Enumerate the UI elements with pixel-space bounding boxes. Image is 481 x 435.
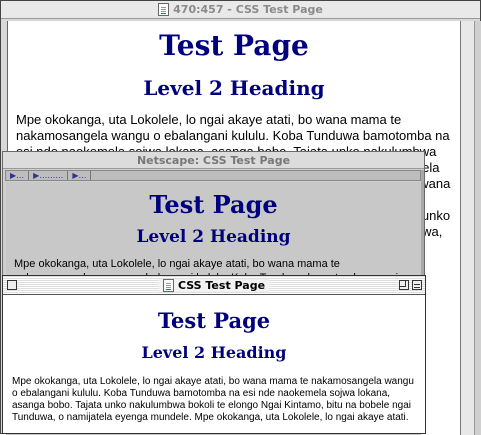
front-window: CSS Test Page Test Page Level 2 Heading … (2, 275, 426, 434)
body-paragraph: Mpe okokanga, uta Lokolele, lo ngai akay… (12, 376, 414, 423)
page-title: Test Page (157, 308, 271, 333)
front-window-title: CSS Test Page (177, 278, 266, 292)
toolbar-tab-2[interactable]: ▶……… (29, 171, 69, 180)
level2-heading: Level 2 Heading (141, 343, 287, 362)
close-box[interactable] (7, 280, 17, 290)
toolbar-tab-1[interactable]: ▶… (6, 171, 30, 180)
document-icon (158, 3, 170, 16)
zoom-box[interactable] (399, 280, 409, 290)
netscape-window-title: Netscape: CSS Test Page (136, 153, 291, 167)
page-title: Test Page (159, 29, 309, 62)
front-window-content: Test Page Level 2 Heading Mpe okokanga, … (4, 296, 424, 433)
toolbar-tab-3[interactable]: ▶… (68, 171, 92, 180)
netscape-titlebar[interactable]: Netscape: CSS Test Page (3, 152, 424, 169)
main-window-title: 470:457 - CSS Test Page (173, 3, 323, 16)
vertical-scrollbar[interactable] (460, 21, 475, 435)
netscape-toolbar: ▶… ▶……… ▶… (5, 170, 421, 181)
page-title: Test Page (149, 190, 278, 219)
front-title-label: CSS Test Page (158, 278, 270, 292)
main-window-titlebar[interactable]: 470:457 - CSS Test Page (1, 1, 480, 19)
window-edge (474, 21, 481, 435)
level2-heading: Level 2 Heading (143, 76, 325, 100)
collapse-box[interactable] (412, 280, 422, 290)
document-icon (162, 278, 174, 292)
front-window-titlebar[interactable]: CSS Test Page (3, 276, 425, 295)
level2-heading: Level 2 Heading (136, 227, 291, 247)
